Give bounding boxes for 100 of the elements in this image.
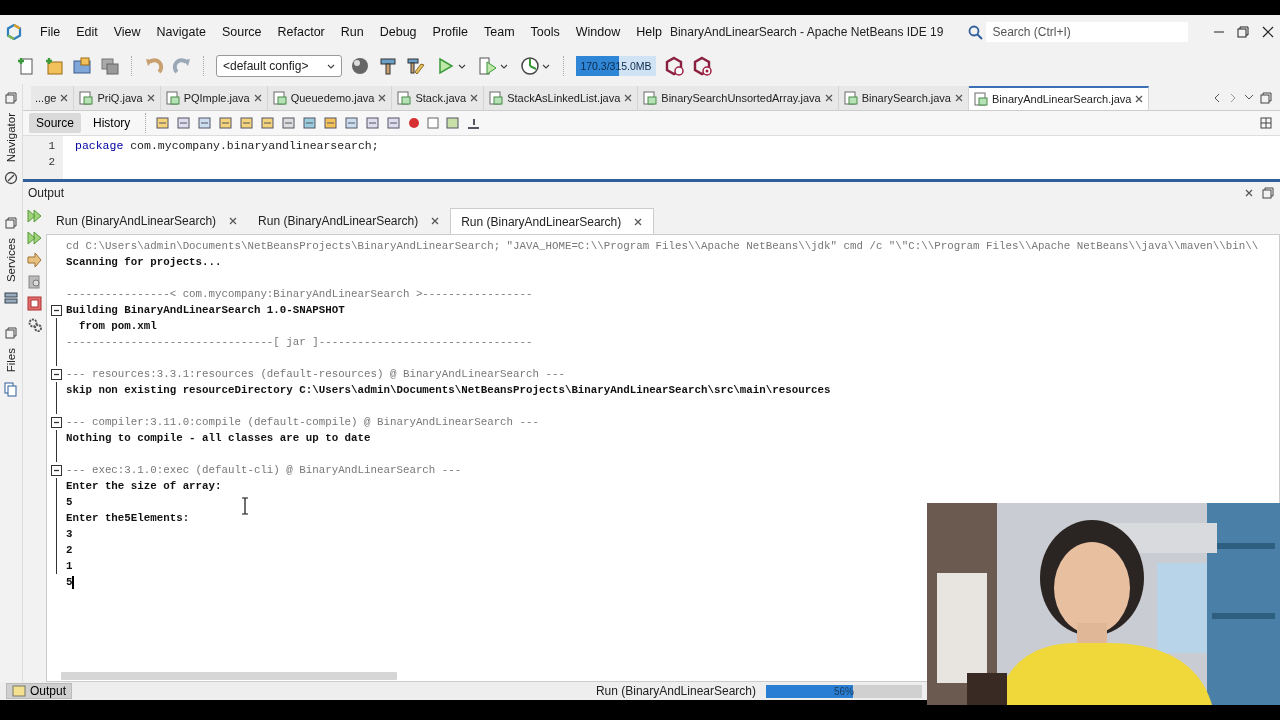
- rerun-options-icon[interactable]: [27, 230, 42, 246]
- output-tab[interactable]: Run (BinaryAndLinearSearch): [46, 208, 249, 234]
- find-next-icon[interactable]: [239, 115, 256, 131]
- settings-icon[interactable]: [27, 317, 42, 332]
- menu-item[interactable]: Debug: [371, 22, 425, 41]
- history-icon[interactable]: [176, 115, 193, 131]
- search-field[interactable]: Search (Ctrl+I): [986, 21, 1189, 42]
- menu-item[interactable]: Help: [628, 22, 670, 41]
- close-icon[interactable]: [954, 93, 964, 103]
- toggle-highlight-icon[interactable]: [281, 115, 298, 131]
- collapse-icon[interactable]: [51, 416, 62, 428]
- editor-tab[interactable]: PQImple.java: [160, 86, 268, 110]
- find-previous-icon[interactable]: [218, 115, 235, 131]
- restore-icon[interactable]: [1260, 92, 1272, 104]
- rerun-icon[interactable]: [27, 208, 42, 224]
- record-icon[interactable]: [407, 116, 422, 130]
- inspect-icon[interactable]: [27, 274, 42, 290]
- server-icon[interactable]: [4, 291, 18, 306]
- editor-tab[interactable]: Queuedemo.java: [267, 86, 393, 110]
- arrow-icon[interactable]: [27, 252, 42, 268]
- menu-item[interactable]: Edit: [68, 22, 106, 41]
- services-tab[interactable]: Services: [5, 235, 17, 286]
- editor-tab[interactable]: BinaryAndLinearSearch.java: [969, 86, 1150, 110]
- close-icon[interactable]: [633, 216, 644, 227]
- menu-item[interactable]: Run: [332, 22, 372, 41]
- close-icon[interactable]: [1134, 94, 1145, 104]
- editor-tab[interactable]: PriQ.java: [74, 86, 161, 110]
- menu-item[interactable]: Tools: [522, 22, 568, 41]
- menu-item[interactable]: Navigate: [148, 22, 214, 41]
- menu-item[interactable]: Team: [476, 22, 523, 41]
- profile-button[interactable]: [518, 54, 552, 78]
- collapse-icon[interactable]: [51, 368, 62, 380]
- config-dropdown[interactable]: <default config>: [216, 55, 342, 77]
- caret-icon[interactable]: [500, 62, 508, 70]
- new-project-icon[interactable]: [44, 56, 64, 76]
- new-file-icon[interactable]: [16, 56, 36, 76]
- find-selection-icon[interactable]: [260, 115, 277, 131]
- previous-bookmark-icon[interactable]: [302, 115, 319, 131]
- editor-tab[interactable]: BinarySearch.java: [838, 86, 969, 110]
- close-project-icon[interactable]: [100, 56, 120, 76]
- editor-tab[interactable]: BinarySearchUnsortedArray.java: [638, 86, 839, 110]
- gc-icon[interactable]: [664, 56, 684, 76]
- files-tab[interactable]: Files: [5, 345, 17, 376]
- stop-icon[interactable]: [27, 296, 42, 311]
- output-line: from pom.xml: [77, 319, 157, 334]
- output-tab[interactable]: Run (BinaryAndLinearSearch): [248, 208, 451, 234]
- window-icon[interactable]: [5, 327, 17, 340]
- close-icon[interactable]: [1244, 188, 1254, 198]
- broom-hammer-icon[interactable]: [406, 56, 426, 76]
- globe-icon[interactable]: [350, 56, 370, 76]
- caret-icon[interactable]: [542, 62, 550, 70]
- caret-icon[interactable]: [327, 62, 335, 70]
- close-icon[interactable]: [377, 93, 388, 103]
- view-tab[interactable]: Source: [29, 113, 82, 133]
- close-icon[interactable]: [59, 93, 70, 103]
- next-bookmark-icon[interactable]: [323, 115, 340, 131]
- back-icon[interactable]: [155, 115, 172, 131]
- toggle-bookmark-icon[interactable]: [344, 115, 361, 131]
- hammer-icon[interactable]: [378, 56, 398, 76]
- caret-icon[interactable]: [458, 62, 466, 70]
- collapse-icon[interactable]: [51, 304, 62, 316]
- scroll-left-icon[interactable]: [1212, 92, 1222, 104]
- profiler-icon[interactable]: [692, 56, 712, 76]
- output-tab[interactable]: Run (BinaryAndLinearSearch): [450, 208, 655, 234]
- line-number: 2: [48, 155, 55, 170]
- editor-tab[interactable]: StackAsLinkedList.java: [484, 86, 639, 110]
- output-line: cd C:\Users\admin\Documents\NetBeansProjects\BinaryAndLinearSearch; "JAVA_HOME=C:\\Program Files\\Apache NetBeans\\jdk" cmd /c "\"C:\\Program Files\\Apache NetBeans\\java\\maven\\bin\\: [66, 239, 1259, 254]
- editor-tab[interactable]: Stack.java: [392, 86, 485, 110]
- files-icon[interactable]: [4, 381, 18, 397]
- menu-item[interactable]: Profile: [424, 22, 476, 41]
- navigator-tab[interactable]: Navigator: [5, 110, 17, 166]
- shift-left-icon[interactable]: [365, 115, 382, 131]
- open-folder-icon[interactable]: [72, 56, 92, 76]
- search-icon[interactable]: [197, 115, 214, 131]
- menu-item[interactable]: View: [105, 22, 149, 41]
- view-tab[interactable]: History: [86, 113, 138, 133]
- close-icon[interactable]: [823, 93, 834, 103]
- collapse-icon[interactable]: [51, 464, 62, 476]
- restore-icon[interactable]: [1262, 187, 1274, 199]
- shift-right-icon[interactable]: [386, 115, 403, 131]
- close-icon[interactable]: [469, 93, 480, 103]
- editor-tab[interactable]: ...ge: [31, 86, 75, 110]
- close-icon[interactable]: [228, 216, 239, 226]
- scrollbar[interactable]: [61, 672, 397, 680]
- output-line: skip non existing resourceDirectory C:\Users\admin\Documents\NetBeansProjects\BinaryAndLinearSearch\src\main\resources: [66, 383, 831, 398]
- output-button[interactable]: Output: [6, 683, 73, 699]
- search-icon[interactable]: [967, 23, 984, 40]
- close-icon[interactable]: [145, 93, 156, 103]
- split-icon[interactable]: [1260, 117, 1272, 129]
- scroll-right-icon[interactable]: [1228, 92, 1238, 104]
- menu-item[interactable]: Source: [213, 22, 270, 41]
- menu-item[interactable]: Refactor: [269, 22, 333, 41]
- menu-item[interactable]: File: [32, 22, 69, 41]
- menu-item[interactable]: Window: [567, 22, 629, 41]
- window-icon[interactable]: [5, 217, 17, 230]
- window-icon[interactable]: [5, 92, 17, 104]
- close-icon[interactable]: [430, 216, 441, 226]
- close-icon[interactable]: [252, 93, 263, 103]
- compass-icon[interactable]: [4, 171, 18, 186]
- close-icon[interactable]: [623, 93, 634, 103]
